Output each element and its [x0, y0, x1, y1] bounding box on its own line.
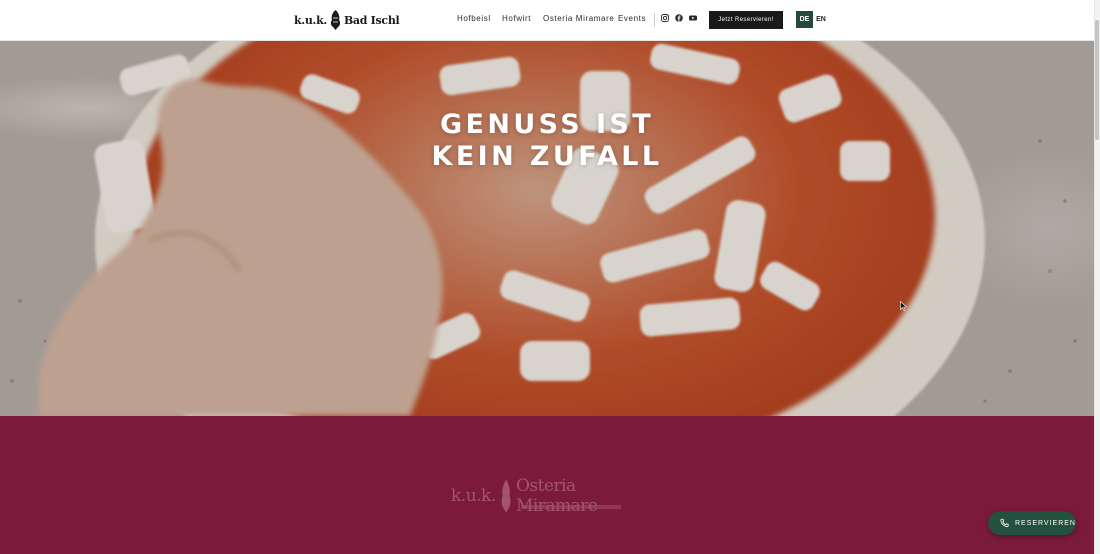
nav-item-hofwirt[interactable]: Hofwirt — [502, 14, 543, 23]
hero-title-line-1: GENUSS IST — [439, 109, 655, 140]
reserve-now-button[interactable]: Jetzt Reservieren! — [709, 11, 783, 29]
osteria-section: k.u.k. Osteria Miramare — [0, 416, 1094, 554]
logo-name: Bad Ischl — [343, 13, 400, 27]
hero-title: GENUSS IST KEIN ZUFALL — [0, 109, 1094, 173]
osteria-logo-prefix: k.u.k. — [451, 486, 496, 506]
nav-item-events[interactable]: Events — [618, 14, 646, 23]
scrollbar[interactable] — [1094, 0, 1100, 554]
osteria-logo: k.u.k. Osteria Miramare — [451, 472, 643, 520]
reserve-floating-label: RESERVIEREN — [1014, 519, 1076, 527]
nav-item-hofbeisl[interactable]: Hofbeisl — [457, 14, 502, 23]
nav-item-osteria-miramare[interactable]: Osteria Miramare — [543, 14, 618, 23]
youtube-icon[interactable] — [689, 14, 697, 22]
lang-en-button[interactable]: EN — [814, 11, 828, 28]
hero-title-line-2: KEIN ZUFALL — [431, 141, 663, 172]
reserve-floating-button[interactable]: RESERVIEREN — [988, 511, 1076, 535]
osteria-logo-name: Osteria Miramare — [515, 476, 598, 516]
logo[interactable]: k.u.k. Bad Ischl — [294, 8, 400, 32]
scrollbar-thumb[interactable] — [1095, 20, 1099, 140]
site-header: k.u.k. Bad Ischl Hofbeisl Hofwirt Osteri… — [0, 0, 1094, 41]
mouse-cursor-icon — [900, 301, 908, 311]
logo-prefix: k.u.k. — [294, 13, 327, 27]
osteria-logo-subline — [521, 505, 621, 509]
lang-de-button[interactable]: DE — [796, 11, 813, 28]
instagram-icon[interactable] — [661, 14, 669, 22]
main-nav: Hofbeisl Hofwirt Osteria Miramare Events — [457, 14, 646, 23]
crest-icon — [330, 10, 341, 30]
facebook-icon[interactable] — [675, 14, 683, 22]
hero-banner: GENUSS IST KEIN ZUFALL — [0, 41, 1094, 416]
nav-divider — [654, 13, 655, 27]
phone-icon — [1000, 518, 1009, 528]
hero-pizza-image — [0, 41, 1094, 416]
crest-icon — [501, 479, 511, 513]
social-links — [661, 14, 697, 22]
